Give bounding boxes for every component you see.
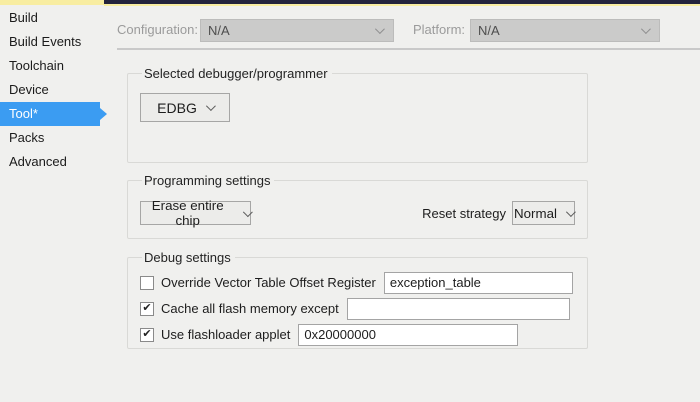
override-vtor-label: Override Vector Table Offset Register <box>161 275 376 290</box>
debug-row-override-vtor: Override Vector Table Offset Register <box>140 271 575 294</box>
debugger-group-title: Selected debugger/programmer <box>142 66 332 81</box>
chevron-down-icon <box>641 24 651 34</box>
reset-strategy-dropdown[interactable]: Normal <box>512 201 575 225</box>
top-strip-yellow-underline <box>104 4 700 6</box>
erase-mode-value: Erase entire chip <box>141 198 234 228</box>
properties-nav-sidebar: Build Build Events Toolchain Device Tool… <box>0 6 110 174</box>
programming-settings-group: Programming settings Erase entire chip R… <box>127 173 588 239</box>
flashloader-checkbox[interactable]: ✔ <box>140 328 154 342</box>
debugger-group: Selected debugger/programmer EDBG <box>127 66 588 163</box>
sidebar-item-tool[interactable]: Tool* <box>0 102 100 126</box>
configuration-dropdown: N/A <box>200 19 394 42</box>
chevron-down-icon <box>566 207 576 217</box>
flashloader-input[interactable] <box>298 324 518 346</box>
top-strip-yellow-segment <box>0 0 104 5</box>
chevron-down-icon <box>206 101 216 111</box>
override-vtor-input[interactable] <box>384 272 573 294</box>
debug-row-cache-flash: ✔ Cache all flash memory except <box>140 297 575 320</box>
debugger-select-value: EDBG <box>157 100 197 116</box>
configuration-label: Configuration: <box>117 22 198 37</box>
erase-mode-dropdown[interactable]: Erase entire chip <box>140 201 251 225</box>
cache-flash-input[interactable] <box>347 298 570 320</box>
platform-label: Platform: <box>413 22 465 37</box>
flashloader-label: Use flashloader applet <box>161 327 290 342</box>
sidebar-item-advanced[interactable]: Advanced <box>0 150 100 174</box>
reset-strategy-label: Reset strategy <box>422 206 506 221</box>
chevron-down-icon <box>243 207 253 217</box>
cache-flash-checkbox[interactable]: ✔ <box>140 302 154 316</box>
cache-flash-label: Cache all flash memory except <box>161 301 339 316</box>
platform-dropdown: N/A <box>470 19 660 42</box>
debug-row-flashloader: ✔ Use flashloader applet <box>140 323 575 346</box>
override-vtor-checkbox[interactable] <box>140 276 154 290</box>
sidebar-item-build[interactable]: Build <box>0 6 100 30</box>
sidebar-item-device[interactable]: Device <box>0 78 100 102</box>
configuration-value: N/A <box>208 23 230 38</box>
debugger-select-dropdown[interactable]: EDBG <box>140 93 230 122</box>
programming-group-title: Programming settings <box>142 173 274 188</box>
sidebar-item-packs[interactable]: Packs <box>0 126 100 150</box>
sidebar-item-build-events[interactable]: Build Events <box>0 30 100 54</box>
chevron-down-icon <box>375 24 385 34</box>
debug-settings-group: Debug settings Override Vector Table Off… <box>127 250 588 349</box>
reset-strategy-value: Normal <box>514 206 557 221</box>
debug-group-title: Debug settings <box>142 250 235 265</box>
platform-value: N/A <box>478 23 500 38</box>
sidebar-item-toolchain[interactable]: Toolchain <box>0 54 100 78</box>
header-separator <box>117 48 700 50</box>
